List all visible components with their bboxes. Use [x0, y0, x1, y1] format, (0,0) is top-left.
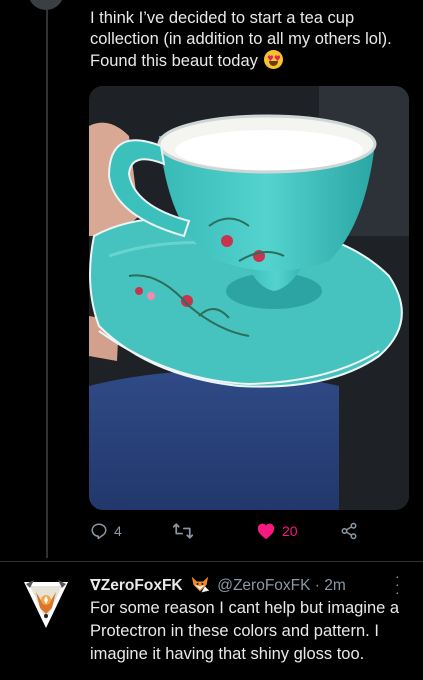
tweet-text: I think I’ve decided to start a tea cup … — [90, 8, 408, 72]
tweet-photo[interactable] — [89, 86, 409, 510]
like-count: 20 — [282, 523, 298, 539]
reply-header: ∇ZeroFoxFK @ZeroFoxFK · 2m — [90, 575, 410, 596]
heart-eyes-emoji-icon — [264, 50, 283, 69]
timestamp[interactable]: 2m — [324, 577, 346, 594]
share-icon — [340, 522, 358, 540]
retweet-icon — [172, 522, 194, 540]
teacup-photo-icon — [89, 86, 409, 510]
avatar[interactable] — [28, 0, 64, 10]
display-name[interactable]: ∇ZeroFoxFK — [90, 577, 183, 594]
reply-icon — [90, 522, 108, 540]
handle[interactable]: @ZeroFoxFK — [217, 577, 310, 594]
tweet-body: I think I’ve decided to start a tea cup … — [90, 9, 392, 70]
reply-count: 4 — [114, 523, 122, 539]
thread-line — [46, 0, 48, 558]
reply-text: For some reason I cant help but imagine … — [90, 597, 416, 666]
tweet-actions: 4 20 — [90, 522, 410, 548]
retweet-button[interactable] — [172, 522, 200, 540]
more-options-icon[interactable]: ··· — [395, 572, 400, 596]
divider — [0, 561, 423, 562]
fox-avatar-icon — [22, 578, 70, 630]
fox-icon — [190, 575, 210, 593]
heart-filled-icon — [256, 522, 276, 540]
separator: · — [315, 577, 320, 594]
like-button[interactable]: 20 — [256, 522, 298, 540]
share-button[interactable] — [340, 522, 358, 540]
reply-button[interactable]: 4 — [90, 522, 122, 540]
avatar[interactable] — [22, 578, 70, 630]
